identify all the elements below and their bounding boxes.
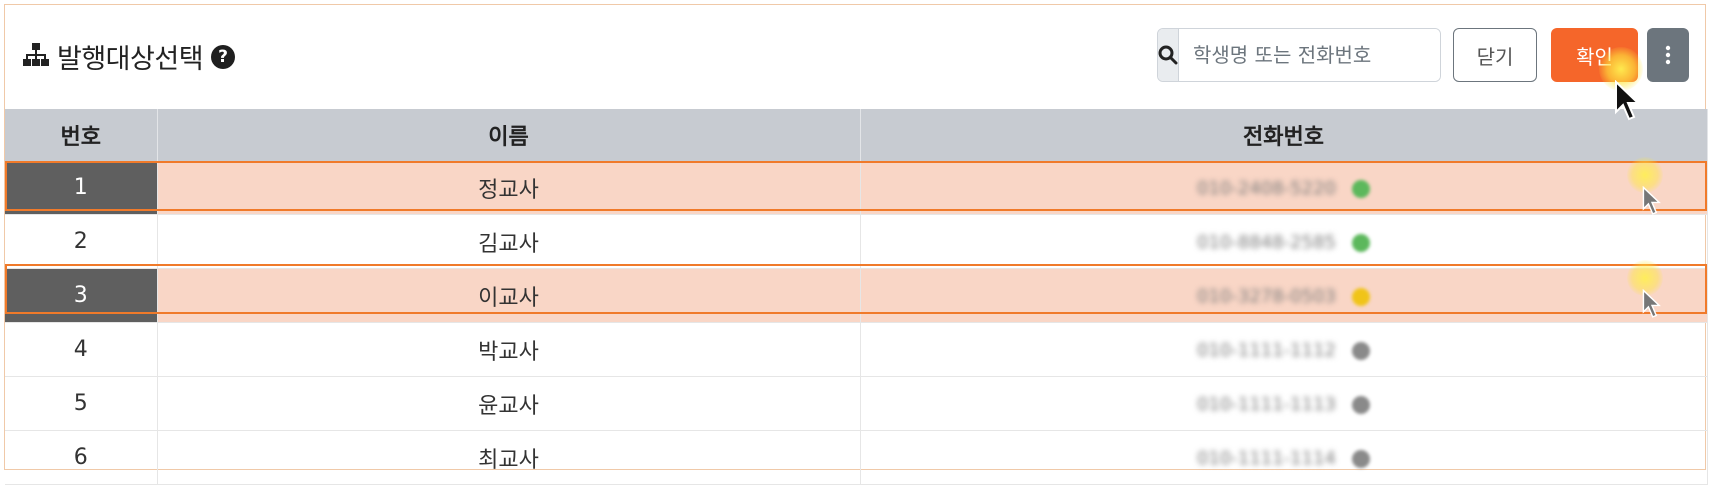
status-icon [1351,395,1370,414]
phone-number: 010-1111-1112 [1197,340,1336,361]
phone-wrap: 010-1111-1114 [1197,448,1370,469]
row-number: 5 [5,376,158,431]
search-icon [1158,45,1178,65]
phone-number: 010-8848-2585 [1197,232,1336,253]
column-header-number[interactable]: 번호 [5,109,158,161]
row-number: 2 [5,214,158,269]
phone-number: 010-3278-0503 [1197,286,1336,307]
row-phone: 010-3278-0503 [860,268,1708,323]
search-group [1157,28,1441,82]
status-icon [1351,449,1370,468]
row-phone: 010-1111-1113 [860,376,1708,431]
status-icon [1351,233,1370,252]
more-options-button[interactable] [1647,28,1689,82]
question-circle-icon[interactable]: ? [211,44,236,69]
sitemap-icon [23,42,49,71]
confirm-button[interactable]: 확인 [1551,28,1638,82]
phone-number: 010-2408-5220 [1197,178,1336,199]
row-name: 김교사 [157,214,861,269]
phone-wrap: 010-2408-5220 [1197,178,1370,199]
row-number: 6 [5,430,158,485]
panel-header: 발행대상선택 ? 닫기 확인 [5,5,1705,108]
row-name: 박교사 [157,322,861,377]
close-button[interactable]: 닫기 [1453,28,1537,82]
status-icon [1351,179,1370,198]
vertical-dots-icon [1665,45,1671,65]
table-header-row: 번호 이름 전화번호 [5,109,1708,161]
phone-number: 010-1111-1113 [1197,394,1336,415]
table-row[interactable]: 4 박교사 010-1111-1112 [5,322,1708,377]
phone-number: 010-1111-1114 [1197,448,1336,469]
recipient-table: 번호 이름 전화번호 1 정교사 010-2408-5220 2 김교사 010-8848… [5,109,1708,485]
row-phone: 010-1111-1114 [860,430,1708,485]
title-wrap: 발행대상선택 ? [23,37,236,76]
column-header-name[interactable]: 이름 [157,109,861,161]
phone-wrap: 010-1111-1112 [1197,340,1370,361]
row-name: 윤교사 [157,376,861,431]
table-row[interactable]: 2 김교사 010-8848-2585 [5,214,1708,269]
row-number: 3 [5,268,158,323]
status-icon [1351,287,1370,306]
row-phone: 010-2408-5220 [860,161,1708,215]
row-number: 4 [5,322,158,377]
row-phone: 010-8848-2585 [860,214,1708,269]
page-title: 발행대상선택 [57,44,204,75]
column-header-phone[interactable]: 전화번호 [860,109,1708,161]
table-row[interactable]: 5 윤교사 010-1111-1113 [5,376,1708,431]
row-phone: 010-1111-1112 [860,322,1708,377]
search-input[interactable] [1179,29,1440,81]
row-name: 최교사 [157,430,861,485]
table-row[interactable]: 1 정교사 010-2408-5220 [5,161,1708,215]
phone-wrap: 010-1111-1113 [1197,394,1370,415]
table-row[interactable]: 3 이교사 010-3278-0503 [5,268,1708,323]
phone-wrap: 010-8848-2585 [1197,232,1370,253]
status-icon [1351,341,1370,360]
table-row[interactable]: 6 최교사 010-1111-1114 [5,430,1708,485]
phone-wrap: 010-3278-0503 [1197,286,1370,307]
row-name: 이교사 [157,268,861,323]
issue-target-panel: 발행대상선택 ? 닫기 확인 [4,4,1708,485]
row-name: 정교사 [157,161,861,215]
search-button[interactable] [1158,29,1179,81]
row-number: 1 [5,161,158,215]
